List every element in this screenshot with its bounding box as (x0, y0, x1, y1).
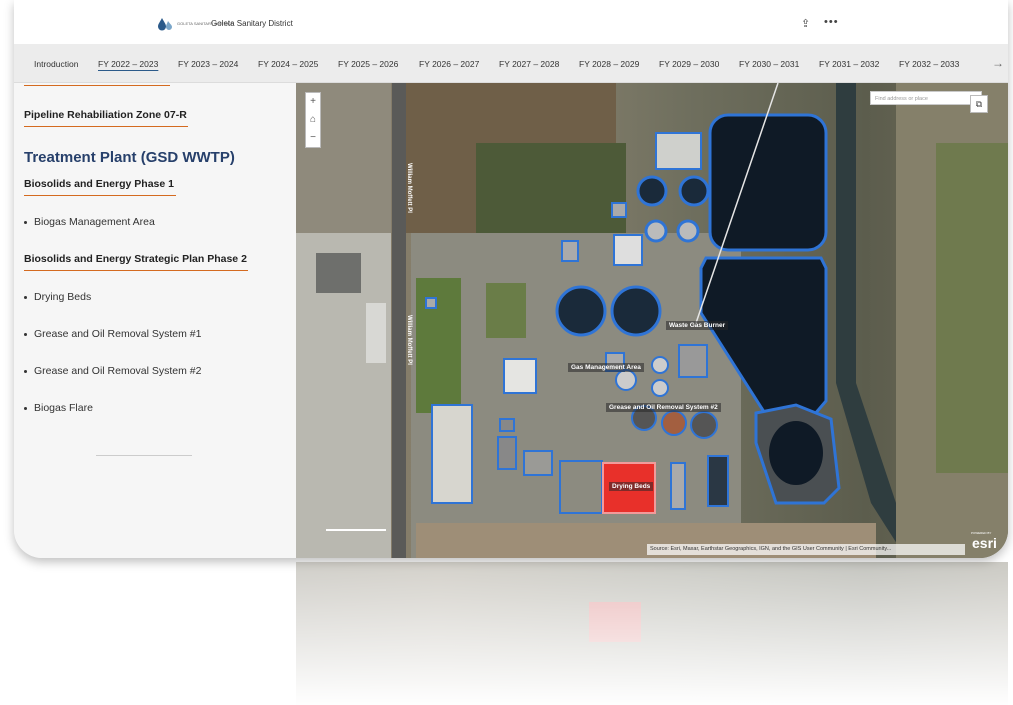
nav-item-fy2028[interactable]: FY 2028 – 2029 (579, 59, 639, 69)
header-bar: GOLETA SANITARY DISTRICT Goleta Sanitary… (14, 0, 1008, 45)
road-label: William Moffett Pl (406, 315, 412, 365)
nav-item-fy2025[interactable]: FY 2025 – 2026 (338, 59, 398, 69)
open-external-icon[interactable]: ⧉ (970, 95, 988, 113)
nav-item-fy2029[interactable]: FY 2029 – 2030 (659, 59, 719, 69)
list-item-text: Biogas Management Area (34, 216, 155, 228)
nav-item-fy2023[interactable]: FY 2023 – 2024 (178, 59, 238, 69)
list-item-biogas-mgmt[interactable]: Biogas Management Area (24, 216, 155, 228)
nav-next-arrow-icon[interactable]: → (992, 56, 1004, 70)
zoom-in-icon[interactable]: + (306, 93, 320, 111)
map-label-gas-mgmt[interactable]: Gas Management Area (568, 363, 644, 372)
list-item-text: Grease and Oil Removal System #2 (34, 365, 202, 377)
home-icon[interactable]: ⌂ (306, 111, 320, 129)
nav-item-fy2030[interactable]: FY 2030 – 2031 (739, 59, 799, 69)
map-label-grease-2[interactable]: Grease and Oil Removal System #2 (606, 403, 721, 412)
list-item-grease-1[interactable]: Grease and Oil Removal System #1 (24, 328, 202, 340)
section-nav: Introduction FY 2022 – 2023 FY 2023 – 20… (14, 44, 1008, 83)
heading-pipeline-text: Pipeline Rehabiliation Zone 07-R (24, 109, 187, 121)
map-label-waste-gas[interactable]: Waste Gas Burner (666, 321, 729, 330)
nav-item-fy2026[interactable]: FY 2026 – 2027 (419, 59, 479, 69)
nav-item-fy2024[interactable]: FY 2024 – 2025 (258, 59, 318, 69)
list-item-grease-2[interactable]: Grease and Oil Removal System #2 (24, 365, 202, 377)
heading-phase1-text: Biosolids and Energy Phase 1 (24, 178, 174, 190)
heading-phase1[interactable]: Biosolids and Energy Phase 1 (24, 178, 176, 196)
divider (24, 85, 170, 86)
list-item-drying-beds[interactable]: Drying Beds (24, 291, 91, 303)
sidebar-panel: Pipeline Rehabiliation Zone 07-R Treatme… (14, 83, 296, 558)
list-item-text: Grease and Oil Removal System #1 (34, 328, 202, 340)
heading-phase2[interactable]: Biosolids and Energy Strategic Plan Phas… (24, 253, 248, 271)
road-label: William Moffett Pl (406, 163, 412, 213)
divider (96, 455, 192, 456)
list-item-biogas-flare[interactable]: Biogas Flare (24, 402, 93, 414)
zoom-control: + ⌂ − (305, 92, 321, 148)
map-view[interactable]: + ⌂ − Find address or place ⧉ William Mo… (296, 83, 1008, 558)
nav-item-fy2031[interactable]: FY 2031 – 2032 (819, 59, 879, 69)
zoom-out-icon[interactable]: − (306, 129, 320, 147)
map-search-input[interactable]: Find address or place (870, 91, 982, 105)
frame-reflection (14, 562, 1008, 705)
share-icon[interactable]: ⇪ (801, 17, 810, 30)
site-title[interactable]: Goleta Sanitary District (211, 19, 293, 28)
heading-phase2-text: Biosolids and Energy Strategic Plan Phas… (24, 253, 247, 265)
more-icon[interactable]: ••• (824, 16, 839, 28)
nav-item-fy2022[interactable]: FY 2022 – 2023 (98, 59, 158, 69)
heading-pipeline[interactable]: Pipeline Rehabiliation Zone 07-R (24, 109, 188, 127)
map-label-drying-beds[interactable]: Drying Beds (609, 482, 654, 491)
story-window: GOLETA SANITARY DISTRICT Goleta Sanitary… (14, 0, 1008, 558)
nav-item-introduction[interactable]: Introduction (34, 59, 78, 69)
list-item-text: Drying Beds (34, 291, 92, 303)
nav-item-fy2027[interactable]: FY 2027 – 2028 (499, 59, 559, 69)
district-logo-icon (158, 18, 172, 31)
map-attribution[interactable]: Source: Esri, Maxar, Earthstar Geographi… (647, 544, 965, 555)
esri-logo[interactable]: esri (972, 535, 997, 551)
nav-item-fy2032[interactable]: FY 2032 – 2033 (899, 59, 959, 69)
list-item-text: Biogas Flare (34, 402, 93, 414)
heading-treatment-plant: Treatment Plant (GSD WWTP) (24, 149, 235, 166)
